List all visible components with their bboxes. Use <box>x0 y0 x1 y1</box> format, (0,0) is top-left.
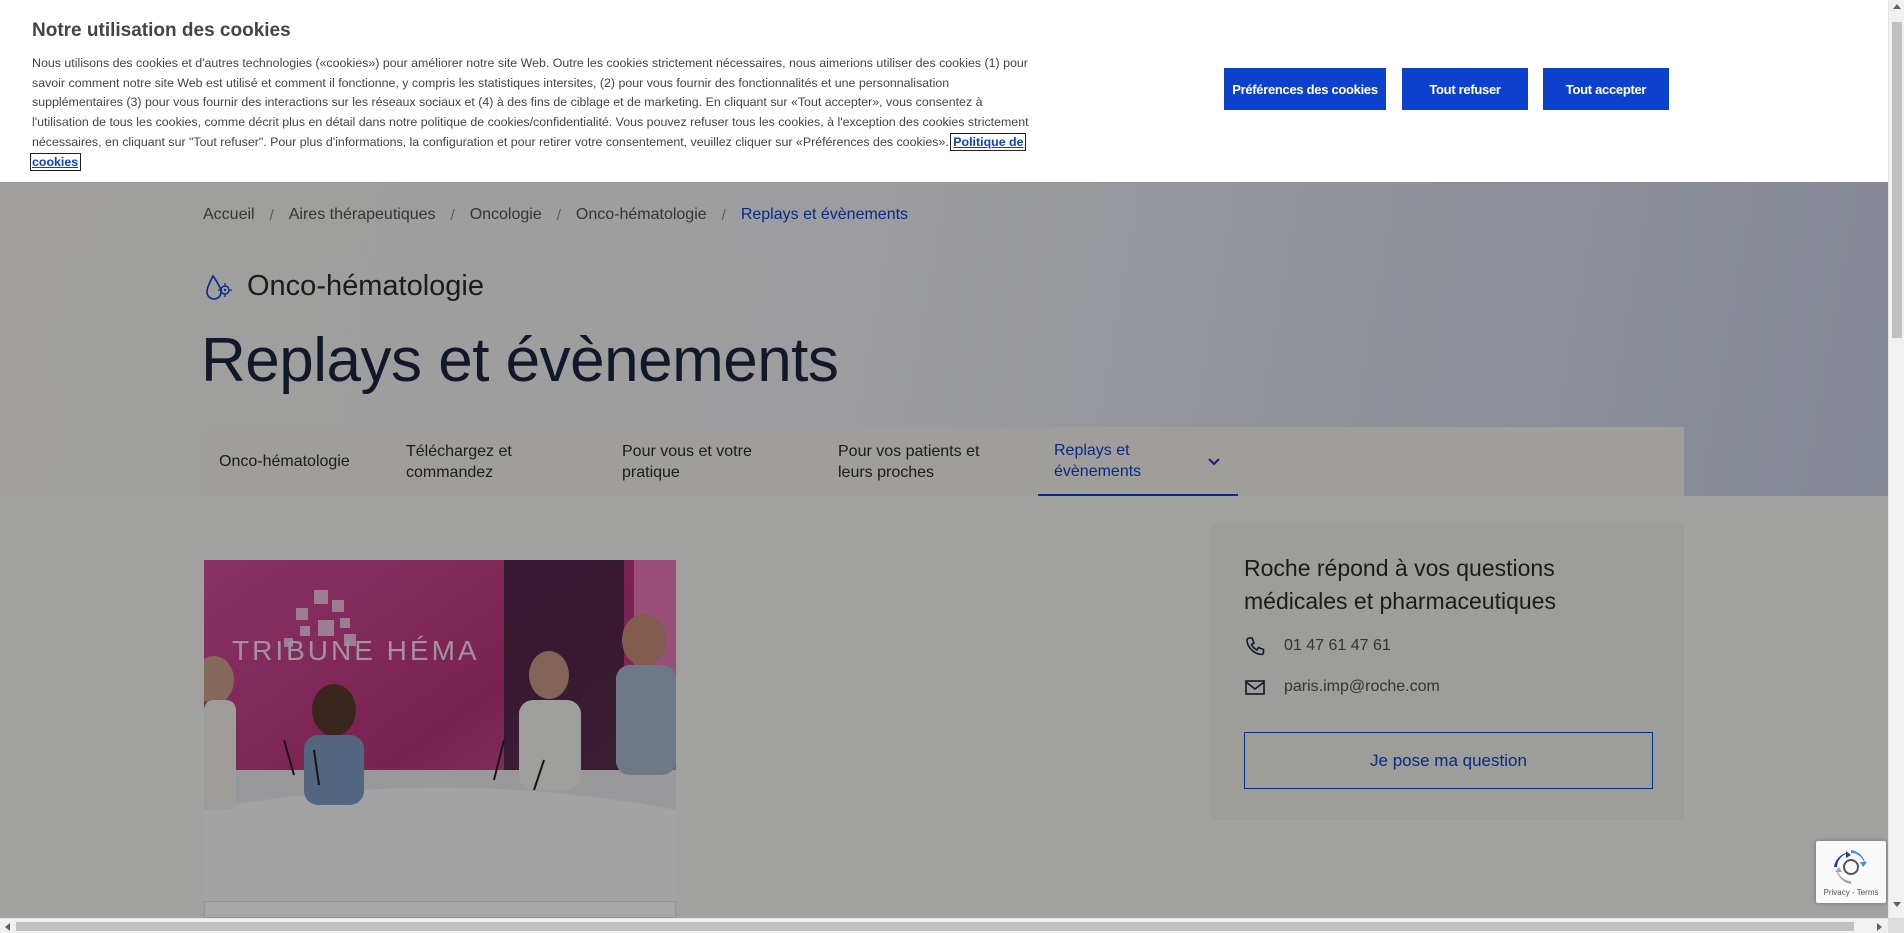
accept-all-button[interactable]: Tout accepter <box>1543 68 1669 110</box>
vertical-scrollbar[interactable] <box>1888 0 1904 918</box>
scrollbar-corner <box>1888 918 1904 933</box>
cookie-description: Nous utilisons des cookies et d'autres t… <box>32 56 1029 149</box>
cookie-preferences-button[interactable]: Préférences des cookies <box>1224 68 1386 110</box>
vertical-scroll-thumb[interactable] <box>1892 22 1902 338</box>
horizontal-scroll-thumb[interactable] <box>16 922 1854 931</box>
recaptcha-icon <box>1834 850 1867 884</box>
recaptcha-links[interactable]: Privacy - Terms <box>1816 888 1886 897</box>
scroll-up-arrow-icon[interactable] <box>1893 4 1901 9</box>
scroll-down-arrow-icon[interactable] <box>1893 902 1901 907</box>
cookie-banner: Notre utilisation des cookies Nous utili… <box>0 0 1888 182</box>
cookie-banner-title: Notre utilisation des cookies <box>32 20 291 41</box>
cookie-banner-text: Nous utilisons des cookies et d'autres t… <box>30 54 1032 172</box>
horizontal-scrollbar[interactable] <box>0 918 1888 933</box>
scroll-left-arrow-icon[interactable] <box>5 923 10 931</box>
refuse-all-button[interactable]: Tout refuser <box>1402 68 1528 110</box>
scroll-right-arrow-icon[interactable] <box>1877 923 1882 931</box>
recaptcha-badge[interactable]: Privacy - Terms <box>1816 841 1886 903</box>
